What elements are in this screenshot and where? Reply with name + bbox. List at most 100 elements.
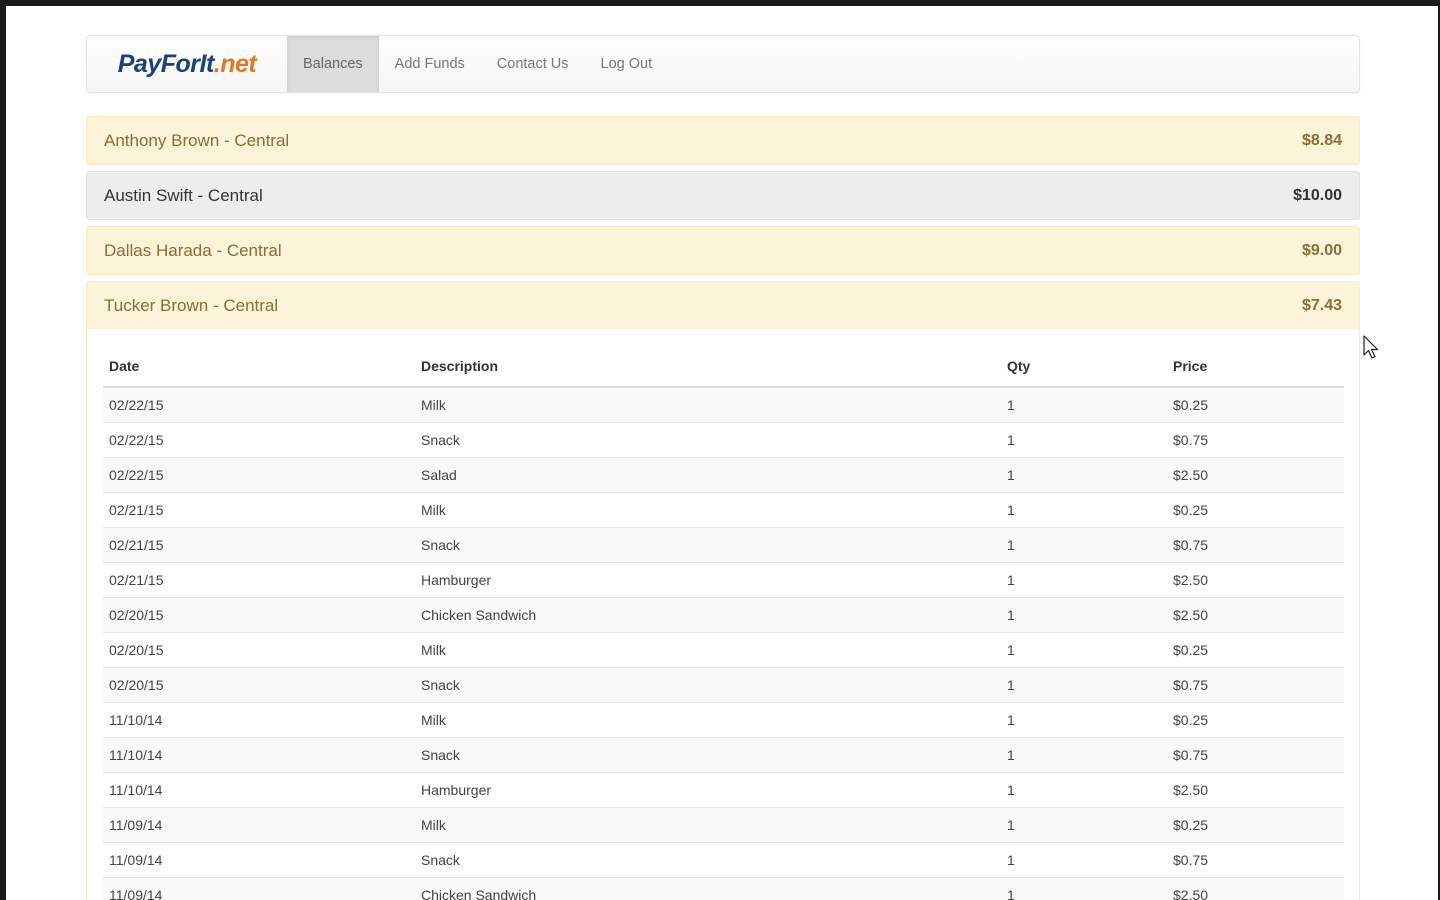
table-row: 02/21/15 Hamburger 1 $2.50 bbox=[103, 562, 1344, 598]
row-date: 11/10/14 bbox=[103, 737, 415, 773]
nav-balances[interactable]: Balances bbox=[287, 36, 379, 92]
row-description: Milk bbox=[415, 702, 1001, 738]
row-description: Milk bbox=[415, 492, 1001, 528]
row-price: $0.75 bbox=[1167, 422, 1344, 458]
table-row: 02/22/15 Milk 1 $0.25 bbox=[103, 386, 1344, 423]
mouse-pointer-icon bbox=[1363, 335, 1379, 359]
table-row: 11/09/14 Chicken Sandwich 1 $2.50 bbox=[103, 877, 1344, 900]
row-qty: 1 bbox=[1001, 562, 1167, 598]
row-date: 11/09/14 bbox=[103, 807, 415, 843]
top-navbar: PayForIt .net Balances Add Funds Contact … bbox=[86, 35, 1360, 93]
row-price: $2.50 bbox=[1167, 597, 1344, 633]
table-row: 02/20/15 Chicken Sandwich 1 $2.50 bbox=[103, 597, 1344, 633]
row-price: $2.50 bbox=[1167, 457, 1344, 493]
row-description: Snack bbox=[415, 737, 1001, 773]
row-description: Chicken Sandwich bbox=[415, 877, 1001, 900]
row-date: 11/09/14 bbox=[103, 877, 415, 900]
nav-log-out[interactable]: Log Out bbox=[585, 36, 669, 92]
row-qty: 1 bbox=[1001, 492, 1167, 528]
row-date: 11/09/14 bbox=[103, 842, 415, 878]
row-qty: 1 bbox=[1001, 527, 1167, 563]
header-price: Price bbox=[1167, 346, 1344, 388]
table-body: 02/22/15 Milk 1 $0.25 02/22/15 Snack 1 $0.75 02/… bbox=[103, 386, 1344, 900]
row-qty: 1 bbox=[1001, 667, 1167, 703]
row-description: Milk bbox=[415, 632, 1001, 668]
transactions-table: Date Description Qty Price 02/22/15 Milk 1… bbox=[103, 346, 1344, 900]
row-price: $0.25 bbox=[1167, 702, 1344, 738]
table-row: 02/20/15 Milk 1 $0.25 bbox=[103, 632, 1344, 668]
account-panel-header[interactable]: Anthony Brown - Central $8.84 bbox=[86, 116, 1360, 165]
table-header-row: Date Description Qty Price bbox=[103, 346, 1344, 388]
account-name: Anthony Brown - Central bbox=[104, 130, 290, 150]
row-date: 02/21/15 bbox=[103, 492, 415, 528]
header-qty: Qty bbox=[1001, 346, 1167, 388]
account-balance: $10.00 bbox=[1293, 186, 1342, 204]
brand-name: PayForIt bbox=[117, 49, 215, 78]
header-description: Description bbox=[415, 346, 1001, 388]
row-price: $2.50 bbox=[1167, 562, 1344, 598]
row-price: $0.75 bbox=[1167, 527, 1344, 563]
row-date: 02/22/15 bbox=[103, 457, 415, 493]
account-balance: $7.43 bbox=[1301, 296, 1342, 314]
row-qty: 1 bbox=[1001, 457, 1167, 493]
row-description: Milk bbox=[415, 386, 1001, 423]
row-price: $0.25 bbox=[1167, 386, 1344, 423]
row-description: Snack bbox=[415, 422, 1001, 458]
row-qty: 1 bbox=[1001, 807, 1167, 843]
row-qty: 1 bbox=[1001, 842, 1167, 878]
table-row: 02/21/15 Milk 1 $0.25 bbox=[103, 492, 1344, 528]
row-price: $0.75 bbox=[1167, 737, 1344, 773]
nav-contact-us[interactable]: Contact Us bbox=[481, 36, 585, 92]
row-date: 11/10/14 bbox=[103, 702, 415, 738]
row-description: Milk bbox=[415, 807, 1001, 843]
row-date: 02/22/15 bbox=[103, 386, 415, 423]
row-qty: 1 bbox=[1001, 877, 1167, 900]
header-date: Date bbox=[103, 346, 415, 388]
row-price: $2.50 bbox=[1167, 877, 1344, 900]
brand-logo[interactable]: PayForIt .net bbox=[87, 36, 287, 92]
table-row: 11/09/14 Snack 1 $0.75 bbox=[103, 842, 1344, 878]
table-row: 11/10/14 Hamburger 1 $2.50 bbox=[103, 772, 1344, 808]
row-qty: 1 bbox=[1001, 737, 1167, 773]
row-price: $0.75 bbox=[1167, 667, 1344, 703]
row-date: 02/21/15 bbox=[103, 527, 415, 563]
row-qty: 1 bbox=[1001, 702, 1167, 738]
row-price: $0.75 bbox=[1167, 842, 1344, 878]
row-date: 11/10/14 bbox=[103, 772, 415, 808]
row-date: 02/20/15 bbox=[103, 667, 415, 703]
row-date: 02/21/15 bbox=[103, 562, 415, 598]
row-description: Snack bbox=[415, 667, 1001, 703]
row-description: Salad bbox=[415, 457, 1001, 493]
table-row: 02/22/15 Salad 1 $2.50 bbox=[103, 457, 1344, 493]
brand-tld: .net bbox=[213, 49, 257, 78]
account-panel-header[interactable]: Tucker Brown - Central $7.43 bbox=[86, 281, 1360, 330]
table-row: 11/10/14 Snack 1 $0.75 bbox=[103, 737, 1344, 773]
table-row: 02/22/15 Snack 1 $0.75 bbox=[103, 422, 1344, 458]
row-qty: 1 bbox=[1001, 386, 1167, 423]
table-row: 11/10/14 Milk 1 $0.25 bbox=[103, 702, 1344, 738]
account-balance: $8.84 bbox=[1301, 131, 1342, 149]
nav-add-funds[interactable]: Add Funds bbox=[379, 36, 481, 92]
row-price: $0.25 bbox=[1167, 632, 1344, 668]
account-name: Austin Swift - Central bbox=[104, 185, 263, 205]
row-price: $2.50 bbox=[1167, 772, 1344, 808]
row-description: Snack bbox=[415, 527, 1001, 563]
row-date: 02/20/15 bbox=[103, 597, 415, 633]
row-description: Hamburger bbox=[415, 562, 1001, 598]
row-qty: 1 bbox=[1001, 597, 1167, 633]
account-panel-header[interactable]: Dallas Harada - Central $9.00 bbox=[86, 226, 1360, 275]
row-description: Chicken Sandwich bbox=[415, 597, 1001, 633]
row-description: Hamburger bbox=[415, 772, 1001, 808]
row-date: 02/20/15 bbox=[103, 632, 415, 668]
account-panel-header[interactable]: Austin Swift - Central $10.00 bbox=[86, 171, 1360, 220]
row-qty: 1 bbox=[1001, 422, 1167, 458]
row-qty: 1 bbox=[1001, 632, 1167, 668]
row-date: 02/22/15 bbox=[103, 422, 415, 458]
table-row: 02/21/15 Snack 1 $0.75 bbox=[103, 527, 1344, 563]
row-price: $0.25 bbox=[1167, 492, 1344, 528]
transactions-panel: Date Description Qty Price 02/22/15 Milk 1… bbox=[86, 329, 1360, 900]
browser-page: PayForIt .net Balances Add Funds Contact … bbox=[6, 6, 1438, 900]
account-balance: $9.00 bbox=[1301, 241, 1342, 259]
account-name: Tucker Brown - Central bbox=[104, 295, 279, 315]
row-price: $0.25 bbox=[1167, 807, 1344, 843]
